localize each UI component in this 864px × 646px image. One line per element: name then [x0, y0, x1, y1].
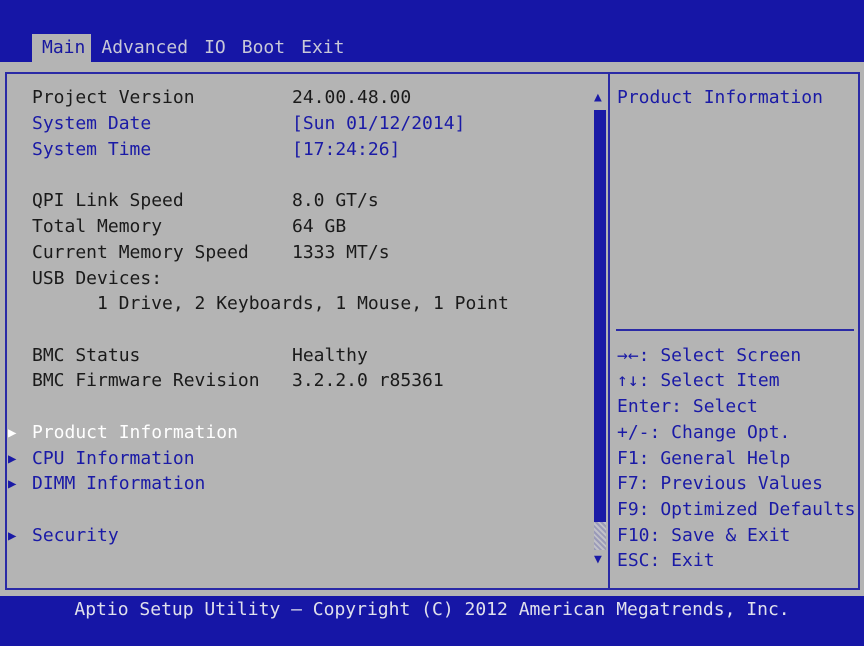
help-key-select-screen: →←: Select Screen — [617, 345, 802, 366]
submenu-arrow-icon: ▶ — [8, 476, 17, 492]
system-time-value[interactable]: [17:24:26] — [292, 137, 400, 163]
submenu-dimm-information[interactable]: DIMM Information — [32, 471, 205, 497]
help-key-enter: Enter: Select — [617, 396, 758, 417]
help-key-change-opt: +/-: Change Opt. — [617, 422, 791, 443]
tab-main[interactable]: Main — [32, 34, 92, 62]
tab-exit[interactable]: Exit — [291, 34, 350, 62]
tab-advanced[interactable]: Advanced — [91, 34, 194, 62]
help-divider — [616, 329, 854, 331]
scrollbar[interactable] — [594, 110, 606, 550]
memory-speed-label: Current Memory Speed — [32, 242, 249, 263]
submenu-arrow-icon: ▶ — [8, 425, 17, 441]
submenu-arrow-icon: ▶ — [8, 528, 17, 544]
tab-io[interactable]: IO — [194, 34, 232, 62]
qpi-speed-label: QPI Link Speed — [32, 190, 184, 211]
total-memory-value: 64 GB — [292, 216, 347, 237]
bmc-status-value: Healthy — [292, 345, 368, 366]
scrollbar-thumb[interactable] — [594, 522, 606, 550]
help-title: Product Information — [617, 87, 823, 108]
submenu-security[interactable]: Security — [32, 523, 119, 549]
submenu-product-information[interactable]: Product Information — [32, 420, 238, 446]
total-memory-label: Total Memory — [32, 216, 163, 237]
usb-devices-value: 1 Drive, 2 Keyboards, 1 Mouse, 1 Point — [97, 293, 509, 314]
bmc-firmware-value: 3.2.2.0 r85361 — [292, 370, 444, 391]
scroll-up-icon[interactable]: ▲ — [594, 90, 602, 105]
scroll-down-icon[interactable]: ▼ — [594, 552, 602, 567]
tab-bar: Main Advanced IO Boot Exit — [32, 34, 350, 62]
footer-copyright: Aptio Setup Utility – Copyright (C) 2012… — [74, 599, 790, 620]
submenu-cpu-information[interactable]: CPU Information — [32, 446, 195, 472]
help-key-f9: F9: Optimized Defaults — [617, 499, 856, 520]
system-date-value[interactable]: [Sun 01/12/2014] — [292, 111, 465, 137]
memory-speed-value: 1333 MT/s — [292, 242, 390, 263]
bmc-status-label: BMC Status — [32, 345, 141, 366]
project-version-value: 24.00.48.00 — [292, 87, 412, 108]
usb-devices-label: USB Devices: — [32, 268, 163, 289]
main-panel: Project Version 24.00.48.00 System Date … — [0, 62, 864, 596]
help-key-f10: F10: Save & Exit — [617, 525, 791, 546]
submenu-arrow-icon: ▶ — [8, 451, 17, 467]
project-version-label: Project Version — [32, 87, 195, 108]
help-key-f1: F1: General Help — [617, 448, 791, 469]
help-key-esc: ESC: Exit — [617, 550, 715, 571]
tab-boot[interactable]: Boot — [232, 34, 291, 62]
system-date-label[interactable]: System Date — [32, 111, 151, 137]
system-time-label[interactable]: System Time — [32, 137, 151, 163]
help-key-f7: F7: Previous Values — [617, 473, 823, 494]
bmc-firmware-label: BMC Firmware Revision — [32, 370, 260, 391]
column-divider — [608, 72, 610, 588]
qpi-speed-value: 8.0 GT/s — [292, 190, 379, 211]
help-key-select-item: ↑↓: Select Item — [617, 370, 780, 391]
